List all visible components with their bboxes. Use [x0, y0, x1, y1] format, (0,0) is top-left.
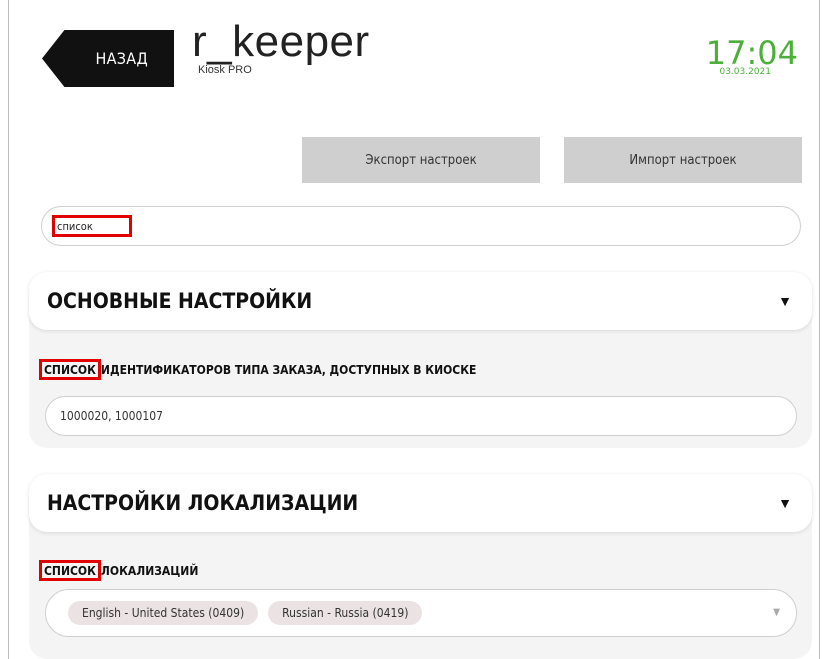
search-input[interactable]: список — [41, 206, 801, 246]
label-highlight: СПИСОК — [39, 560, 101, 581]
label-rest: ИДЕНТИФИКАТОРОВ ТИПА ЗАКАЗА, ДОСТУПНЫХ В… — [100, 362, 477, 377]
chip-russian[interactable]: Russian - Russia (0419) — [268, 601, 423, 625]
clock: 17:04 03.03.2021 — [706, 36, 798, 77]
section-title: НАСТРОЙКИ ЛОКАЛИЗАЦИИ — [47, 491, 359, 515]
caret-down-icon[interactable]: ▼ — [778, 293, 792, 309]
search-value: список — [52, 215, 132, 237]
field-label-order-types: СПИСОК ИДЕНТИФИКАТОРОВ ТИПА ЗАКАЗА, ДОСТ… — [39, 359, 476, 380]
section-main-settings-header[interactable]: ОСНОВНЫЕ НАСТРОЙКИ ▼ — [29, 272, 812, 330]
order-types-input[interactable]: 1000020, 1000107 — [45, 396, 797, 436]
back-button[interactable]: НАЗАД — [42, 30, 174, 87]
logo-title: r_keeper — [192, 17, 370, 66]
section-localization-settings: НАСТРОЙКИ ЛОКАЛИЗАЦИИ ▼ СПИСОК ЛОКАЛИЗАЦ… — [29, 474, 812, 659]
field-label-localizations: СПИСОК ЛОКАЛИЗАЦИЙ — [39, 560, 198, 581]
localizations-multiselect[interactable]: English - United States (0409) Russian -… — [45, 589, 797, 637]
section-localization-header[interactable]: НАСТРОЙКИ ЛОКАЛИЗАЦИИ ▼ — [29, 474, 812, 532]
section-title: ОСНОВНЫЕ НАСТРОЙКИ — [47, 289, 313, 313]
chip-english[interactable]: English - United States (0409) — [68, 601, 259, 625]
logo: r_keeper Kiosk PRO — [192, 17, 370, 77]
section-main-settings: ОСНОВНЫЕ НАСТРОЙКИ ▼ СПИСОК ИДЕНТИФИКАТО… — [29, 272, 812, 448]
dropdown-arrow-icon[interactable]: ▼ — [773, 607, 780, 618]
export-settings-button[interactable]: Экспорт настроек — [302, 137, 540, 183]
label-highlight: СПИСОК — [39, 359, 101, 380]
caret-down-icon[interactable]: ▼ — [778, 495, 792, 511]
clock-time: 17:04 — [705, 34, 798, 72]
label-rest: ЛОКАЛИЗАЦИЙ — [100, 563, 199, 578]
import-settings-button[interactable]: Импорт настроек — [564, 137, 802, 183]
